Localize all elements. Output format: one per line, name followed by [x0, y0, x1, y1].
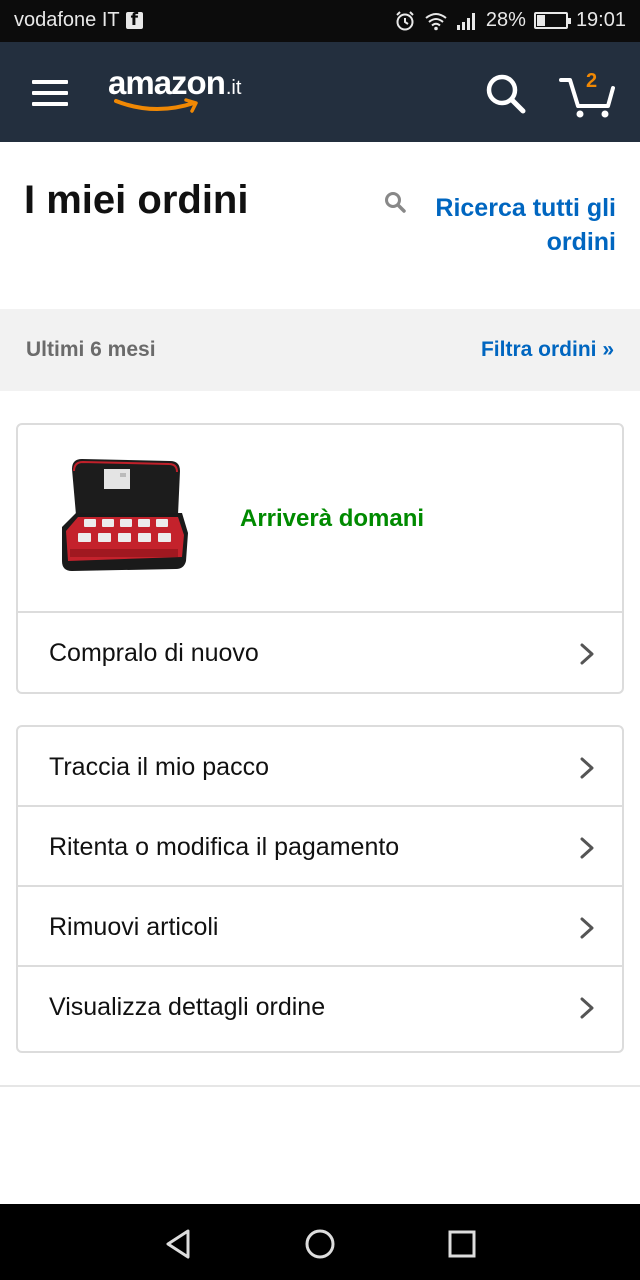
system-nav-bar [0, 1204, 640, 1280]
back-icon[interactable] [160, 1226, 196, 1262]
home-icon[interactable] [302, 1226, 338, 1262]
chevron-right-icon [580, 757, 594, 779]
search-button[interactable] [484, 72, 528, 116]
cart-button[interactable]: 2 [558, 70, 618, 120]
buy-again-row[interactable]: Compralo di nuovo [18, 613, 622, 692]
menu-icon[interactable] [32, 80, 68, 106]
chevron-right-icon [580, 643, 594, 665]
search-orders-icon [385, 192, 406, 213]
filter-orders-link[interactable]: Filtra ordini » [481, 338, 614, 362]
facebook-notification-icon [125, 10, 143, 30]
recents-icon[interactable] [444, 1226, 480, 1262]
action-view-order-details[interactable]: Visualizza dettagli ordine [18, 967, 622, 1047]
action-label: Visualizza dettagli ordine [49, 993, 326, 1021]
battery-icon [533, 12, 571, 29]
action-label: Rimuovi articoli [49, 913, 219, 941]
alarm-icon [396, 10, 414, 30]
carrier-name: vodafone IT [14, 9, 120, 31]
status-bar: vodafone IT 28% 19:01 [0, 0, 640, 42]
buy-again-label: Compralo di nuovo [49, 639, 259, 667]
filter-bar: Ultimi 6 mesi Filtra ordini » [0, 309, 640, 391]
signal-icon [456, 12, 475, 30]
product-image [62, 459, 188, 571]
battery-percent: 28% [485, 9, 526, 31]
amazon-logo[interactable]: amazon.it [108, 64, 268, 114]
logo-word: amazon [108, 64, 226, 101]
carrier-group: vodafone IT [14, 9, 143, 32]
clock: 19:01 [575, 9, 626, 31]
page-title: I miei ordini [24, 178, 249, 222]
logo-tld: .it [225, 77, 242, 99]
action-track-package[interactable]: Traccia il mio pacco [18, 727, 622, 807]
search-icon [486, 74, 526, 114]
divider [0, 1085, 640, 1087]
action-retry-payment[interactable]: Ritenta o modifica il pagamento [18, 807, 622, 887]
delivery-status: Arriverà domani [240, 505, 425, 532]
action-label: Traccia il mio pacco [49, 753, 269, 781]
search-all-line2: ordini [546, 228, 616, 256]
chevron-right-icon [580, 837, 594, 859]
app-header: amazon.it 2 [0, 42, 640, 142]
cart-count-badge: 2 [586, 70, 598, 92]
action-remove-items[interactable]: Rimuovi articoli [18, 887, 622, 967]
chevron-right-icon [580, 917, 594, 939]
search-all-line1: Ricerca tutti gli [435, 194, 616, 222]
order-item[interactable]: Arriverà domani [18, 425, 622, 613]
wifi-icon [425, 12, 447, 30]
chevron-right-icon [580, 997, 594, 1019]
logo-smile-icon [114, 98, 198, 113]
filter-period: Ultimi 6 mesi [26, 338, 156, 361]
order-actions-card: Traccia il mio pacco Ritenta o modifica … [16, 725, 624, 1053]
order-card: Arriverà domani Compralo di nuovo [16, 423, 624, 694]
search-all-orders-link[interactable]: Ricerca tutti gli ordini [385, 191, 616, 259]
status-icons: 28% 19:01 [394, 9, 626, 32]
action-label: Ritenta o modifica il pagamento [49, 833, 400, 861]
